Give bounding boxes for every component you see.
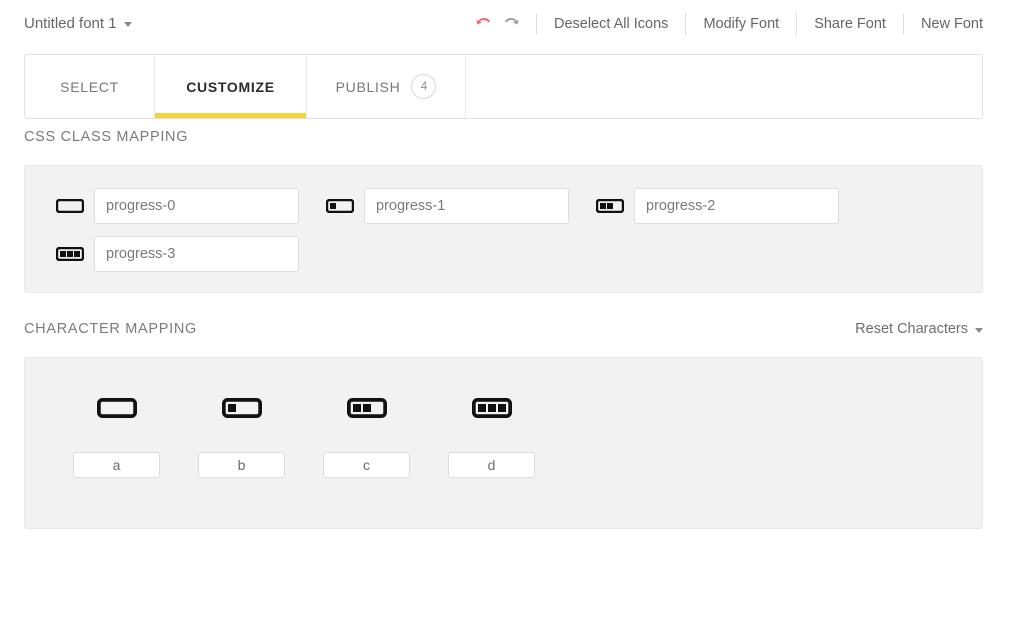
share-font-button[interactable]: Share Font bbox=[797, 16, 903, 32]
css-class-entry-0 bbox=[56, 188, 326, 224]
css-class-input-3[interactable] bbox=[94, 236, 299, 272]
main-tab-bar: SELECT CUSTOMIZE PUBLISH 4 bbox=[24, 54, 983, 119]
progress-bar-3-icon bbox=[472, 393, 512, 423]
deselect-all-icons-button[interactable]: Deselect All Icons bbox=[537, 16, 685, 32]
css-class-input-0[interactable] bbox=[94, 188, 299, 224]
css-class-entry-3 bbox=[56, 236, 326, 272]
character-entry-1 bbox=[179, 393, 304, 478]
css-class-row bbox=[25, 236, 982, 272]
tab-bar-filler bbox=[466, 55, 982, 118]
progress-bar-1-icon bbox=[222, 393, 262, 423]
character-entry-3 bbox=[429, 393, 554, 478]
character-input-1[interactable] bbox=[198, 452, 285, 478]
progress-bar-0-icon bbox=[56, 199, 94, 213]
tab-select[interactable]: SELECT bbox=[25, 55, 155, 118]
character-input-3[interactable] bbox=[448, 452, 535, 478]
progress-bar-0-icon bbox=[97, 393, 137, 423]
progress-bar-1-icon bbox=[326, 199, 364, 213]
active-tab-indicator bbox=[155, 113, 306, 118]
css-class-input-1[interactable] bbox=[364, 188, 569, 224]
css-class-entry-1 bbox=[326, 188, 596, 224]
top-bar-actions: Deselect All Icons Modify Font Share Fon… bbox=[475, 0, 983, 47]
character-entry-0 bbox=[54, 393, 179, 478]
tab-select-label: SELECT bbox=[60, 79, 119, 95]
progress-bar-2-icon bbox=[596, 199, 634, 213]
character-mapping-grid bbox=[25, 393, 982, 478]
chevron-down-icon bbox=[975, 328, 983, 333]
tab-publish[interactable]: PUBLISH 4 bbox=[307, 55, 466, 118]
new-font-button[interactable]: New Font bbox=[904, 16, 983, 32]
css-class-entry-2 bbox=[596, 188, 866, 224]
tab-customize[interactable]: CUSTOMIZE bbox=[155, 55, 307, 118]
publish-count-badge: 4 bbox=[411, 74, 436, 99]
font-title-dropdown[interactable]: Untitled font 1 bbox=[24, 15, 132, 32]
css-class-row bbox=[25, 188, 982, 224]
redo-arrow-icon[interactable] bbox=[501, 14, 520, 33]
character-input-0[interactable] bbox=[73, 452, 160, 478]
reset-characters-label: Reset Characters bbox=[855, 321, 968, 337]
character-mapping-title: CHARACTER MAPPING bbox=[24, 321, 197, 337]
character-entry-2 bbox=[304, 393, 429, 478]
css-class-mapping-header: CSS CLASS MAPPING bbox=[24, 119, 983, 155]
tab-publish-label: PUBLISH bbox=[336, 79, 401, 95]
css-class-input-2[interactable] bbox=[634, 188, 839, 224]
chevron-down-icon bbox=[124, 22, 132, 27]
tab-customize-label: CUSTOMIZE bbox=[186, 79, 275, 95]
font-title-label: Untitled font 1 bbox=[24, 15, 117, 32]
reset-characters-dropdown[interactable]: Reset Characters bbox=[855, 321, 983, 337]
css-class-mapping-title: CSS CLASS MAPPING bbox=[24, 129, 188, 145]
character-input-2[interactable] bbox=[323, 452, 410, 478]
character-mapping-panel bbox=[24, 357, 983, 529]
history-group bbox=[475, 14, 536, 33]
character-mapping-header: CHARACTER MAPPING Reset Characters bbox=[24, 311, 983, 347]
top-bar: Untitled font 1 Deselect All Icons Modif… bbox=[0, 0, 1017, 47]
modify-font-button[interactable]: Modify Font bbox=[686, 16, 796, 32]
progress-bar-3-icon bbox=[56, 247, 94, 261]
progress-bar-2-icon bbox=[347, 393, 387, 423]
undo-arrow-icon[interactable] bbox=[475, 14, 494, 33]
css-class-mapping-panel bbox=[24, 165, 983, 293]
